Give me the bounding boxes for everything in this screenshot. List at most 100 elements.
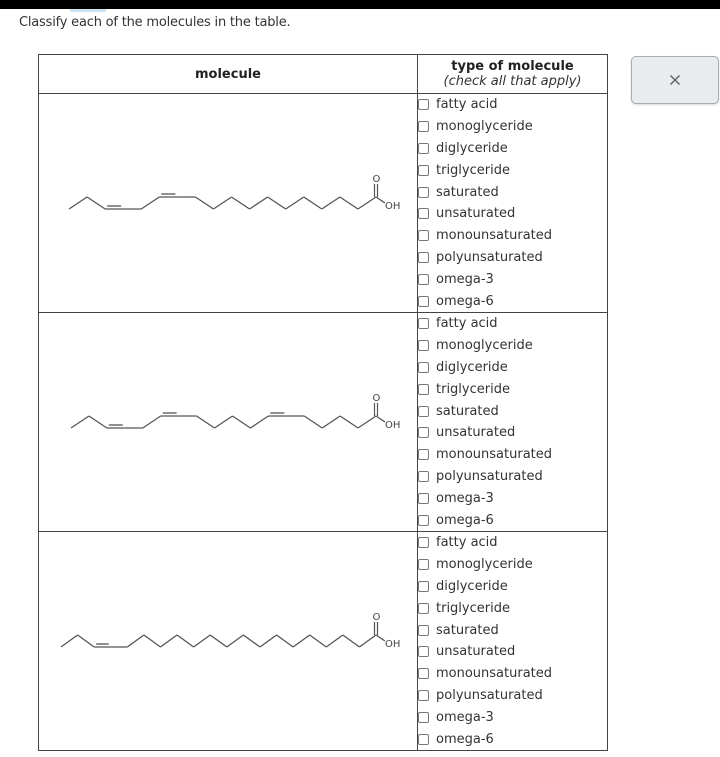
checkbox[interactable] — [418, 689, 429, 701]
option-unsaturated[interactable]: unsaturated — [418, 422, 607, 444]
option-monounsaturated[interactable]: monounsaturated — [418, 444, 607, 466]
option-label: omega-3 — [436, 709, 494, 725]
option-diglyceride[interactable]: diglyceride — [418, 576, 607, 598]
single-bond — [249, 196, 269, 210]
hydroxyl-label: OH — [385, 420, 400, 431]
single-bond — [88, 415, 108, 429]
option-unsaturated[interactable]: unsaturated — [418, 203, 607, 225]
checkbox[interactable] — [418, 602, 429, 614]
checkbox[interactable] — [418, 514, 429, 526]
checkbox[interactable] — [418, 230, 429, 242]
single-bond — [68, 196, 88, 210]
option-diglyceride[interactable]: diglyceride — [418, 357, 607, 379]
checkbox[interactable] — [418, 646, 429, 658]
checkbox[interactable] — [418, 711, 429, 723]
checkbox[interactable] — [418, 340, 429, 352]
option-omega-6[interactable]: omega-6 — [418, 728, 607, 750]
single-bond — [77, 634, 95, 648]
close-icon — [670, 75, 680, 85]
checkbox[interactable] — [418, 492, 429, 504]
option-saturated[interactable]: saturated — [418, 181, 607, 203]
checkbox[interactable] — [418, 164, 429, 176]
oxygen-label: O — [373, 174, 381, 185]
checkbox[interactable] — [418, 208, 429, 220]
type-options-cell: fatty acid monoglyceride diglyceride trigly… — [417, 531, 608, 751]
checkbox[interactable] — [418, 99, 429, 111]
single-bond — [209, 634, 228, 648]
checkbox[interactable] — [418, 470, 429, 482]
option-label: fatty acid — [436, 97, 498, 113]
single-bond — [60, 634, 78, 648]
single-bond — [213, 196, 232, 210]
checkbox[interactable] — [418, 624, 429, 636]
option-label: unsaturated — [436, 644, 516, 660]
option-polyunsaturated[interactable]: polyunsaturated — [418, 247, 607, 269]
single-bond — [357, 196, 377, 210]
close-button[interactable] — [631, 56, 719, 104]
option-monounsaturated[interactable]: monounsaturated — [418, 663, 607, 685]
skeletal-structure: O OH — [68, 174, 400, 212]
option-diglyceride[interactable]: diglyceride — [418, 138, 607, 160]
option-unsaturated[interactable]: unsaturated — [418, 641, 607, 663]
checkbox[interactable] — [418, 427, 429, 439]
checkbox[interactable] — [418, 362, 429, 373]
single-bond — [321, 415, 341, 429]
checkbox[interactable] — [418, 383, 429, 395]
option-fatty-acid[interactable]: fatty acid — [418, 532, 607, 554]
checkbox[interactable] — [418, 559, 429, 571]
checkbox[interactable] — [418, 273, 429, 285]
option-saturated[interactable]: saturated — [418, 619, 607, 641]
checkbox[interactable] — [418, 405, 429, 417]
option-label: fatty acid — [436, 535, 498, 551]
option-omega-6[interactable]: omega-6 — [418, 290, 607, 312]
single-bond — [70, 415, 90, 429]
single-bond — [321, 196, 341, 210]
checkbox[interactable] — [418, 143, 429, 154]
option-monoglyceride[interactable]: monoglyceride — [418, 335, 607, 357]
hydroxyl-bond — [375, 196, 386, 204]
checkbox[interactable] — [418, 581, 429, 592]
option-omega-3[interactable]: omega-3 — [418, 268, 607, 290]
oxygen-label: O — [373, 393, 381, 404]
checkbox[interactable] — [418, 295, 429, 307]
checkbox[interactable] — [418, 251, 429, 263]
option-label: omega-6 — [436, 293, 494, 309]
option-fatty-acid[interactable]: fatty acid — [418, 313, 607, 335]
option-fatty-acid[interactable]: fatty acid — [418, 94, 607, 116]
option-omega-6[interactable]: omega-6 — [418, 509, 607, 531]
option-saturated[interactable]: saturated — [418, 400, 607, 422]
checkbox[interactable] — [418, 537, 429, 549]
option-monoglyceride[interactable]: monoglyceride — [418, 116, 607, 138]
checkbox[interactable] — [418, 449, 429, 461]
option-triglyceride[interactable]: triglyceride — [418, 378, 607, 400]
molecule-structure-cell: O OH — [38, 93, 418, 313]
option-monoglyceride[interactable]: monoglyceride — [418, 554, 607, 576]
option-monounsaturated[interactable]: monounsaturated — [418, 225, 607, 247]
single-bond — [259, 634, 277, 648]
question-prompt: Classify each of the molecules in the ta… — [19, 15, 291, 30]
option-label: triglyceride — [436, 162, 510, 178]
single-bond — [126, 634, 145, 648]
option-label: fatty acid — [436, 316, 498, 332]
single-bond — [231, 196, 250, 210]
option-omega-3[interactable]: omega-3 — [418, 706, 607, 728]
checkbox[interactable] — [418, 668, 429, 680]
option-label: saturated — [436, 184, 499, 200]
option-polyunsaturated[interactable]: polyunsaturated — [418, 466, 607, 488]
checkbox[interactable] — [418, 318, 429, 330]
option-polyunsaturated[interactable]: polyunsaturated — [418, 685, 607, 707]
option-triglyceride[interactable]: triglyceride — [418, 159, 607, 181]
single-bond — [143, 634, 161, 648]
single-bond — [86, 196, 106, 210]
option-label: saturated — [436, 622, 499, 638]
molecule-column-header: molecule — [38, 54, 418, 94]
single-bond — [242, 634, 261, 648]
checkbox[interactable] — [418, 186, 429, 198]
option-omega-3[interactable]: omega-3 — [418, 487, 607, 509]
single-bond — [303, 415, 323, 429]
checkbox[interactable] — [418, 121, 429, 133]
checkbox[interactable] — [418, 733, 429, 745]
option-label: omega-3 — [436, 490, 494, 506]
single-bond — [140, 196, 160, 210]
option-triglyceride[interactable]: triglyceride — [418, 597, 607, 619]
